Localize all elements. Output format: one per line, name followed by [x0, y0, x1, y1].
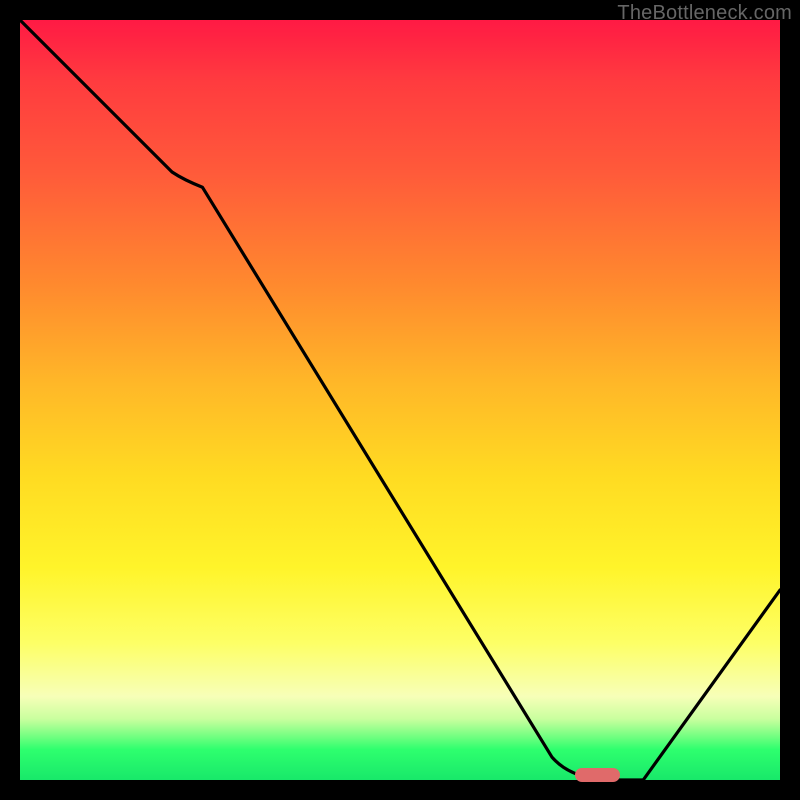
plot-frame	[20, 20, 780, 780]
curve-path	[20, 20, 780, 780]
optimal-marker	[575, 768, 621, 782]
bottleneck-curve	[20, 20, 780, 780]
